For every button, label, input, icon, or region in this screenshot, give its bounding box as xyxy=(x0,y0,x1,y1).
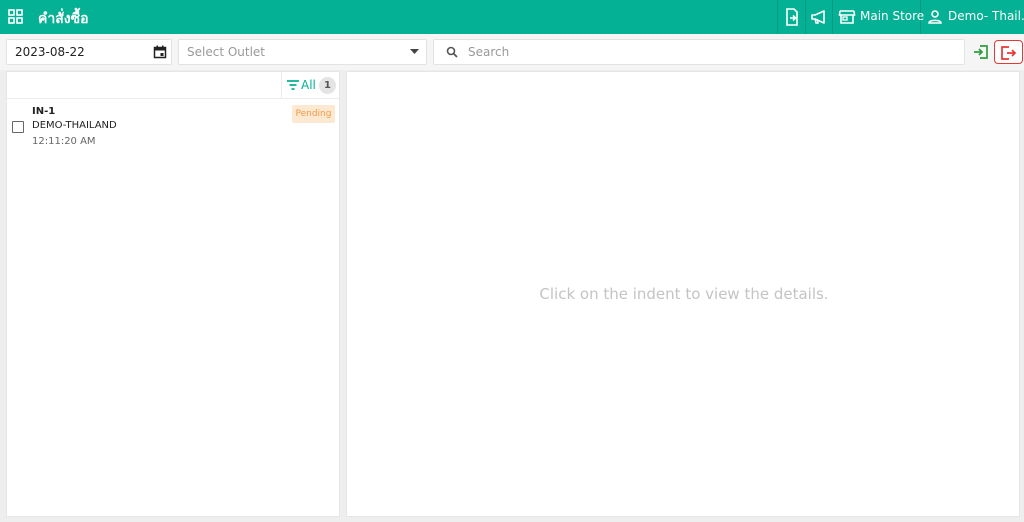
login-button[interactable] xyxy=(968,40,994,64)
filter-label: All xyxy=(301,78,316,92)
date-field[interactable]: 2023-08-22 xyxy=(6,39,172,65)
filter-button[interactable]: All 1 xyxy=(281,72,339,99)
order-id: IN-1 xyxy=(32,106,56,117)
status-badge: Pending xyxy=(292,105,335,123)
list-item[interactable]: IN-1 DEMO-THAILAND 12:11:20 AM Pending xyxy=(7,100,339,152)
store-icon xyxy=(837,7,857,27)
divider xyxy=(920,0,921,34)
dropdown-arrow-icon xyxy=(410,49,419,54)
search-placeholder: Search xyxy=(468,45,510,59)
order-list-panel: All 1 IN-1 DEMO-THAILAND 12:11:20 AM Pen… xyxy=(6,71,340,517)
store-selector[interactable]: Main Store xyxy=(860,9,924,23)
logout-button[interactable] xyxy=(994,40,1023,64)
filter-icon xyxy=(287,80,299,90)
order-time: 12:11:20 AM xyxy=(32,136,96,147)
login-icon xyxy=(974,45,988,59)
user-menu[interactable]: Demo- Thail... xyxy=(948,9,1024,23)
search-icon xyxy=(446,46,458,58)
page-title: คำสั่งซื้อ xyxy=(38,11,89,27)
calendar-icon[interactable] xyxy=(153,45,167,59)
apps-icon[interactable] xyxy=(6,7,26,27)
order-checkbox[interactable] xyxy=(12,121,24,133)
order-count-badge: 1 xyxy=(319,77,336,94)
search-input[interactable]: Search xyxy=(433,39,965,65)
list-header: All 1 xyxy=(7,72,339,99)
filter-bar: 2023-08-22 Select Outlet Search xyxy=(0,34,1024,70)
import-order-icon[interactable] xyxy=(782,7,802,27)
divider xyxy=(832,0,833,34)
announcement-icon[interactable] xyxy=(809,7,829,27)
outlet-select[interactable]: Select Outlet xyxy=(178,39,427,65)
divider xyxy=(777,0,778,34)
order-outlet: DEMO-THAILAND xyxy=(32,120,117,131)
divider xyxy=(805,0,806,34)
outlet-select-placeholder: Select Outlet xyxy=(187,45,266,59)
date-value: 2023-08-22 xyxy=(15,45,85,59)
order-detail-panel: Click on the indent to view the details. xyxy=(346,71,1020,517)
logout-icon xyxy=(1001,46,1017,60)
top-bar: คำสั่งซื้อ Main Store Demo- Thail... xyxy=(0,0,1024,34)
user-icon xyxy=(925,7,945,27)
empty-state-message: Click on the indent to view the details. xyxy=(539,285,829,303)
